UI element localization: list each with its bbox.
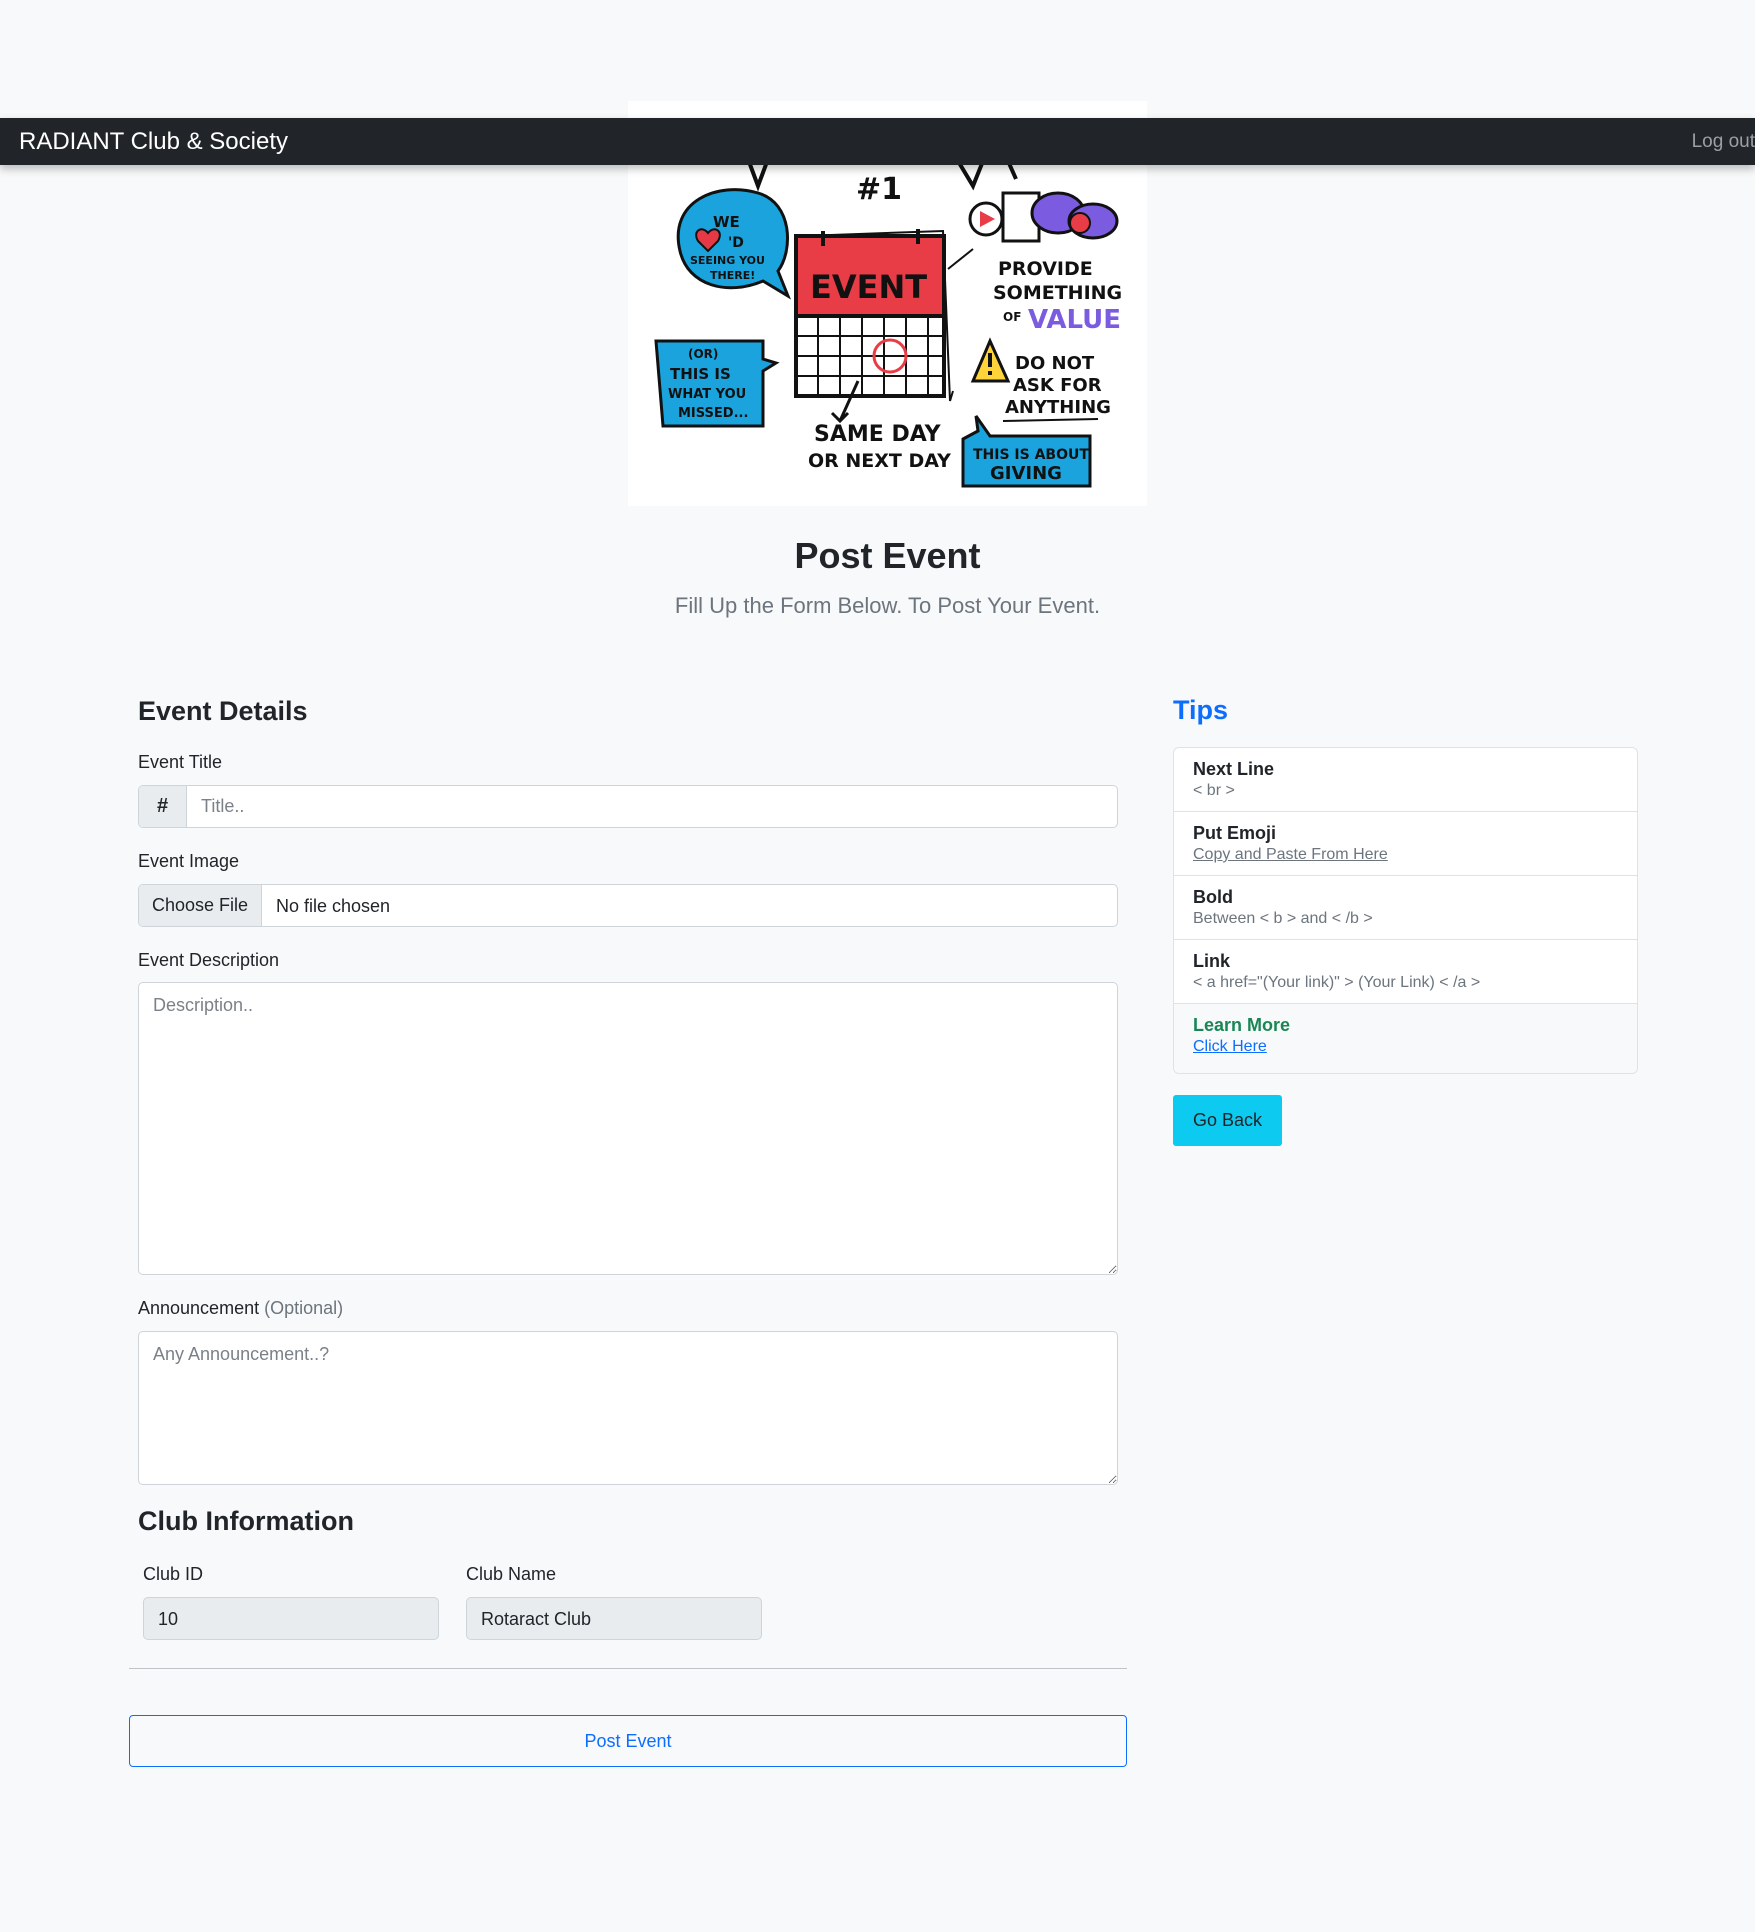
divider — [129, 1668, 1127, 1669]
event-title-group: # — [138, 785, 1118, 828]
club-id-field: 10 — [143, 1597, 439, 1640]
announcement-textarea[interactable] — [138, 1331, 1118, 1485]
click-here-link[interactable]: Click Here — [1193, 1036, 1618, 1058]
hash-icon: # — [139, 786, 187, 827]
club-name-field: Rotaract Club — [466, 1597, 762, 1640]
svg-text:ANYTHING: ANYTHING — [1005, 397, 1111, 418]
event-description-textarea[interactable] — [138, 982, 1118, 1275]
svg-text:SAME DAY: SAME DAY — [814, 422, 942, 447]
svg-text:OF: OF — [1003, 310, 1021, 324]
logout-link[interactable]: Log out — [1692, 131, 1755, 153]
svg-text:PROVIDE: PROVIDE — [998, 258, 1093, 280]
box-left: (OR) THIS IS WHAT YOU MISSED... — [654, 339, 780, 428]
page-title: Post Event — [794, 535, 981, 576]
svg-text:EVENT: EVENT — [810, 268, 927, 306]
svg-text:WE: WE — [713, 213, 740, 231]
tip-next-line: Next Line < br > — [1174, 748, 1637, 812]
file-status: No file chosen — [276, 896, 391, 916]
svg-text:OR NEXT DAY: OR NEXT DAY — [808, 450, 951, 472]
club-info-heading: Club Information — [138, 1506, 354, 1536]
choose-file-button[interactable]: Choose File — [139, 885, 262, 926]
announcement-label: Announcement (Optional) — [138, 1298, 343, 1319]
event-title-input[interactable] — [187, 786, 1117, 827]
tip-learn-more: Learn More Click Here — [1174, 1004, 1637, 1073]
hero-number: #1 — [856, 172, 902, 207]
club-id-label: Club ID — [143, 1564, 204, 1584]
svg-text:DO NOT: DO NOT — [1015, 353, 1095, 374]
optional-tag: (Optional) — [264, 1298, 344, 1318]
announcement-label-text: Announcement — [138, 1298, 260, 1318]
svg-text:THERE!: THERE! — [710, 269, 755, 282]
event-image-label: Event Image — [138, 851, 240, 871]
svg-text:THIS IS ABOUT: THIS IS ABOUT — [973, 447, 1089, 463]
tip-put-emoji: Put Emoji Copy and Paste From Here — [1174, 812, 1637, 876]
warning-icon — [970, 337, 1011, 383]
event-description-label: Event Description — [138, 950, 280, 970]
bubble-giving: THIS IS ABOUT GIVING — [961, 415, 1092, 488]
svg-text:ASK FOR: ASK FOR — [1013, 375, 1102, 396]
svg-text:GIVING: GIVING — [990, 463, 1062, 484]
svg-text:THIS IS: THIS IS — [670, 365, 731, 383]
svg-text:WHAT YOU: WHAT YOU — [668, 387, 746, 402]
post-event-button[interactable]: Post Event — [129, 1715, 1127, 1767]
page-subtitle: Fill Up the Form Below. To Post Your Eve… — [674, 593, 1101, 618]
tips-heading: Tips — [1173, 695, 1229, 725]
tip-link: Link < a href="(Your link)" > (Your Link… — [1174, 940, 1637, 1004]
svg-text:MISSED...: MISSED... — [678, 406, 748, 421]
calendar-icon: EVENT — [794, 229, 954, 424]
bubble-left: WE 'D SEEING YOU THERE! — [676, 188, 792, 300]
event-image-input[interactable]: Choose File No file chosen — [138, 884, 1118, 927]
svg-text:(OR): (OR) — [688, 347, 718, 361]
navbar: RADIANT Club & Society Log out — [0, 118, 1755, 165]
svg-text:'D: 'D — [728, 235, 744, 251]
svg-text:VALUE: VALUE — [1028, 305, 1121, 335]
svg-text:SOMETHING: SOMETHING — [993, 282, 1122, 304]
emoji-link[interactable]: Copy and Paste From Here — [1193, 844, 1618, 866]
event-title-label: Event Title — [138, 752, 223, 772]
tips-list: Next Line < br > Put Emoji Copy and Past… — [1173, 747, 1638, 1074]
go-back-button[interactable]: Go Back — [1173, 1095, 1282, 1146]
svg-text:SEEING YOU: SEEING YOU — [690, 254, 765, 267]
navbar-brand[interactable]: RADIANT Club & Society — [19, 128, 288, 156]
tip-bold: Bold Between < b > and < /b > — [1174, 876, 1637, 940]
event-details-heading: Event Details — [138, 696, 308, 726]
club-name-label: Club Name — [466, 1564, 557, 1584]
